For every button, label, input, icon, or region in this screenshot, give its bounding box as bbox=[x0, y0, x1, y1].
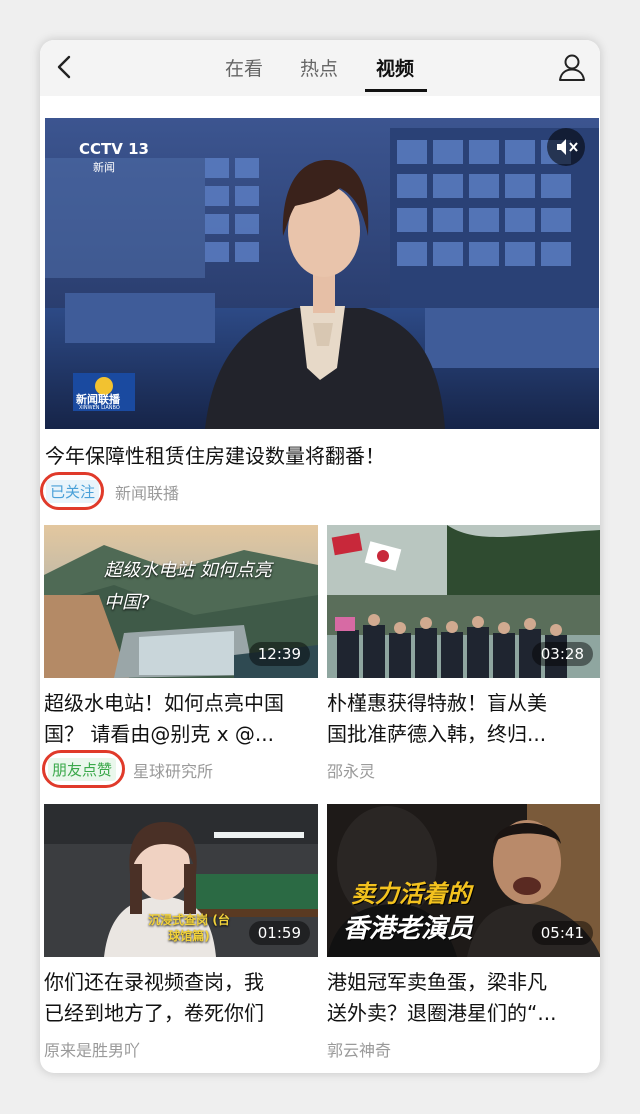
video-4-title[interactable]: 港姐冠军卖鱼蛋，梁非凡 送外卖？退圈港星们的“... bbox=[327, 967, 597, 1029]
channel-logo: CCTV 13 bbox=[79, 140, 149, 158]
highlight-circle-2 bbox=[42, 750, 125, 788]
video-1-duration: 12:39 bbox=[248, 642, 310, 666]
video-3-duration: 01:59 bbox=[248, 921, 310, 945]
tab-hot[interactable]: 热点 bbox=[300, 54, 338, 81]
video-thumbnail-3[interactable]: 沉浸式查岗 (台球馆篇) 01:59 bbox=[44, 804, 318, 957]
video-4-overlay-text-1: 卖力活着的 bbox=[351, 880, 471, 908]
video-1-title-line2: 国？ 请看由@别克 x @... bbox=[44, 722, 274, 746]
video-1-overlay-text: 超级水电站 如何点亮中国? bbox=[104, 560, 272, 613]
video-1-source[interactable]: 星球研究所 bbox=[133, 758, 213, 782]
highlight-circle bbox=[40, 472, 104, 510]
video-2-title-line1: 朴槿惠获得特赦！盲从美 bbox=[327, 691, 547, 715]
tab-watching[interactable]: 在看 bbox=[225, 54, 263, 81]
video-3-overlay-text: 沉浸式查岗 (台球馆篇) bbox=[148, 913, 230, 943]
video-4-title-line1: 港姐冠军卖鱼蛋，梁非凡 bbox=[327, 970, 547, 994]
user-icon[interactable] bbox=[556, 51, 588, 83]
video-2-duration: 03:28 bbox=[531, 642, 593, 666]
program-logo-en: XINWEN LIANBO bbox=[79, 405, 120, 411]
tab-video[interactable]: 视频 bbox=[376, 54, 414, 81]
channel-logo-sub: 新闻 bbox=[93, 161, 115, 174]
video-3-source[interactable]: 原来是胜男吖 bbox=[44, 1037, 140, 1061]
video-4-overlay-text-2: 香港老演员 bbox=[343, 914, 474, 944]
video-thumbnail-1[interactable]: 超级水电站 如何点亮中国? 12:39 bbox=[44, 525, 318, 678]
video-2-title-line2: 国批准萨德入韩，终归... bbox=[327, 722, 547, 746]
featured-video-title[interactable]: 今年保障性租赁住房建设数量将翻番！ bbox=[45, 440, 595, 469]
video-4-title-line2: 送外卖？退圈港星们的“... bbox=[327, 1001, 557, 1025]
featured-video-thumbnail[interactable]: CCTV 13 新闻 新闻联播 XINWEN LIANBO bbox=[45, 118, 599, 429]
video-2-source[interactable]: 邵永灵 bbox=[327, 758, 375, 782]
mute-button[interactable] bbox=[547, 128, 585, 166]
active-tab-indicator bbox=[365, 89, 427, 92]
featured-source[interactable]: 新闻联播 bbox=[115, 480, 179, 504]
video-thumbnail-2[interactable]: 03:28 bbox=[327, 525, 600, 678]
phone-screen: 在看 热点 视频 CCTV 13 新闻 新闻联播 XINWEN LIANBO 今… bbox=[40, 40, 600, 1073]
video-3-title[interactable]: 你们还在录视频查岗，我 已经到地方了，卷死你们 bbox=[44, 967, 314, 1029]
video-4-source[interactable]: 郭云神奇 bbox=[327, 1037, 391, 1061]
video-3-title-line1: 你们还在录视频查岗，我 bbox=[44, 970, 264, 994]
top-bar: 在看 热点 视频 bbox=[40, 40, 600, 96]
video-1-title[interactable]: 超级水电站！如何点亮中国 国？ 请看由@别克 x @... bbox=[44, 688, 314, 750]
mute-icon bbox=[557, 139, 578, 155]
video-thumbnail-4[interactable]: 卖力活着的 香港老演员 05:41 bbox=[327, 804, 600, 957]
video-3-title-line2: 已经到地方了，卷死你们 bbox=[44, 1001, 264, 1025]
video-1-title-line1: 超级水电站！如何点亮中国 bbox=[44, 691, 284, 715]
news-studio-image bbox=[45, 118, 599, 429]
video-2-title[interactable]: 朴槿惠获得特赦！盲从美 国批准萨德入韩，终归... bbox=[327, 688, 597, 750]
video-4-duration: 05:41 bbox=[531, 921, 593, 945]
tab-bar: 在看 热点 视频 bbox=[40, 40, 600, 96]
